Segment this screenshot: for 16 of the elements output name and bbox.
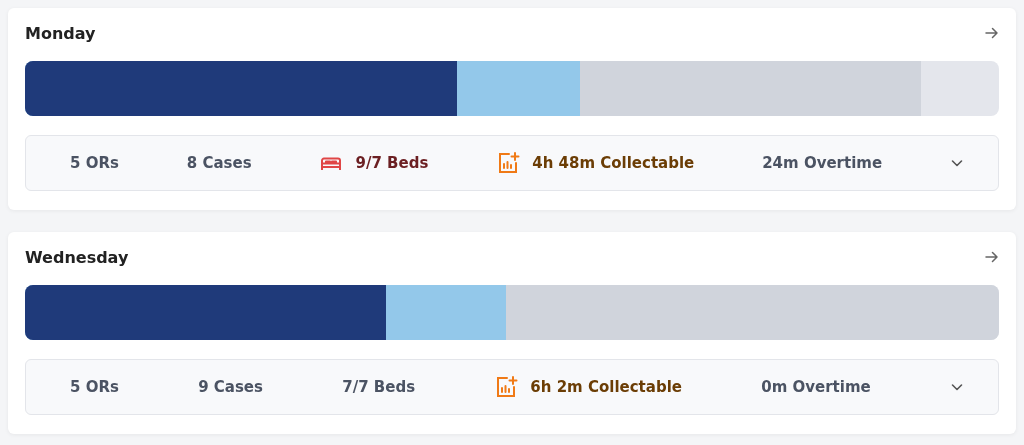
stat-label: 5 ORs xyxy=(70,378,119,396)
chart-plus-icon xyxy=(494,375,519,399)
stat-label: 5 ORs xyxy=(70,154,119,172)
stat-label: 9/7 Beds xyxy=(355,154,429,172)
stat-label: 4h 48m Collectable xyxy=(532,154,695,172)
arrow-right-icon[interactable] xyxy=(984,25,1000,41)
stat-label: 6h 2m Collectable xyxy=(530,378,682,396)
stat-label: 24m Overtime xyxy=(762,154,883,172)
day-title: Wednesday xyxy=(25,247,129,267)
arrow-right-icon[interactable] xyxy=(984,249,1000,265)
stat-label: 0m Overtime xyxy=(761,378,871,396)
stat-label: 9 Cases xyxy=(198,378,263,396)
stat-label: 7/7 Beds xyxy=(342,378,416,396)
day-title: Monday xyxy=(25,23,96,43)
chart-plus-icon xyxy=(496,151,521,175)
stat-label: 8 Cases xyxy=(186,154,252,172)
